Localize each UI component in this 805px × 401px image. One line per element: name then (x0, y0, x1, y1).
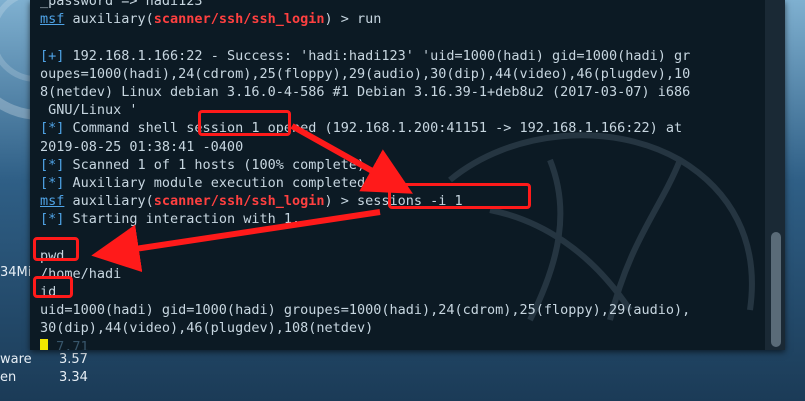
status-prefix: [*] (40, 211, 65, 228)
prompt-prefix: auxiliary( (64, 193, 154, 210)
status-prefix: [*] (40, 156, 65, 173)
annotation-box-sessions-command (388, 183, 531, 209)
output-text: 30(dip),44(video),46(plugdev),108(netdev… (40, 320, 374, 337)
terminal-line: msf auxiliary(scanner/ssh/ssh_login) > r… (40, 10, 760, 28)
terminal-line: 30(dip),44(video),46(plugdev),108(netdev… (40, 319, 760, 337)
terminal-window[interactable]: _password => hadi123 msf auxiliary(scanne… (30, 0, 785, 350)
terminal-line: 2019-08-25 01:38:41 -0400 (40, 138, 760, 156)
prompt-module: scanner/ssh/ssh_login (153, 193, 325, 210)
annotation-box-session-1 (198, 110, 291, 136)
terminal-line: 7.71 (40, 338, 760, 350)
prompt-command: ) > run (324, 11, 382, 28)
output-text: uid=1000(hadi) gid=1000(hadi) groupes=10… (40, 302, 691, 319)
terminal-line: [*] Starting interaction with 1... (40, 210, 760, 228)
status-text: Scanned 1 of 1 hosts (100% complete) (64, 156, 366, 173)
status-text: Command shell session 1 opened (192.168.… (64, 120, 683, 137)
prompt-module: scanner/ssh/ssh_login (153, 11, 325, 28)
stat-label: en (0, 370, 17, 385)
desktop-stat-load: 7.71 (48, 338, 89, 350)
output-text: oupes=1000(hadi),24(cdrom),25(floppy),29… (40, 65, 691, 82)
terminal-line: pwd (40, 247, 760, 265)
scrollbar-thumb[interactable] (771, 232, 781, 347)
terminal-cursor (40, 339, 48, 350)
terminal-line: id (40, 283, 760, 301)
terminal-scrollbar[interactable] (765, 0, 785, 350)
status-prefix: [+] (40, 47, 65, 64)
terminal-line: uid=1000(hadi) gid=1000(hadi) groupes=10… (40, 301, 760, 319)
annotation-box-pwd (33, 237, 79, 261)
terminal-line: [*] Scanned 1 of 1 hosts (100% complete) (40, 156, 760, 174)
desktop-stat-en: en 3.34 (0, 370, 88, 385)
prompt-msf: msf (40, 193, 65, 210)
output-text: _password => hadi123 (40, 0, 203, 9)
output-text: GNU/Linux ' (40, 102, 138, 119)
terminal-line: GNU/Linux ' (40, 101, 760, 119)
terminal-line: [*] Command shell session 1 opened (192.… (40, 119, 760, 137)
stat-value: 3.34 (59, 370, 88, 385)
desktop-stat-ware: ware 3.57 (0, 352, 88, 367)
prompt-prefix: auxiliary( (64, 11, 154, 28)
status-text: 192.168.1.166:22 - Success: 'hadi:hadi12… (64, 47, 691, 64)
stat-label: ware (0, 352, 32, 367)
terminal-line: /home/hadi (40, 265, 760, 283)
terminal-line: 8(netdev) Linux debian 3.16.0-4-586 #1 D… (40, 83, 760, 101)
terminal-line: [+] 192.168.1.166:22 - Success: 'hadi:ha… (40, 47, 760, 65)
terminal-line: oupes=1000(hadi),24(cdrom),25(floppy),29… (40, 65, 760, 83)
terminal-output[interactable]: _password => hadi123 msf auxiliary(scanne… (40, 0, 760, 350)
annotation-box-id (33, 276, 73, 298)
status-text: Auxiliary module execution completed (64, 174, 366, 191)
status-prefix: [*] (40, 174, 65, 191)
stat-value: 3.57 (59, 352, 88, 367)
prompt-msf: msf (40, 11, 65, 28)
output-text: 2019-08-25 01:38:41 -0400 (40, 138, 244, 155)
status-text: Starting interaction with 1... (64, 211, 317, 228)
status-prefix: [*] (40, 120, 65, 137)
output-text: 8(netdev) Linux debian 3.16.0-4-586 #1 D… (40, 83, 691, 100)
terminal-line: _password => hadi123 (40, 0, 760, 10)
